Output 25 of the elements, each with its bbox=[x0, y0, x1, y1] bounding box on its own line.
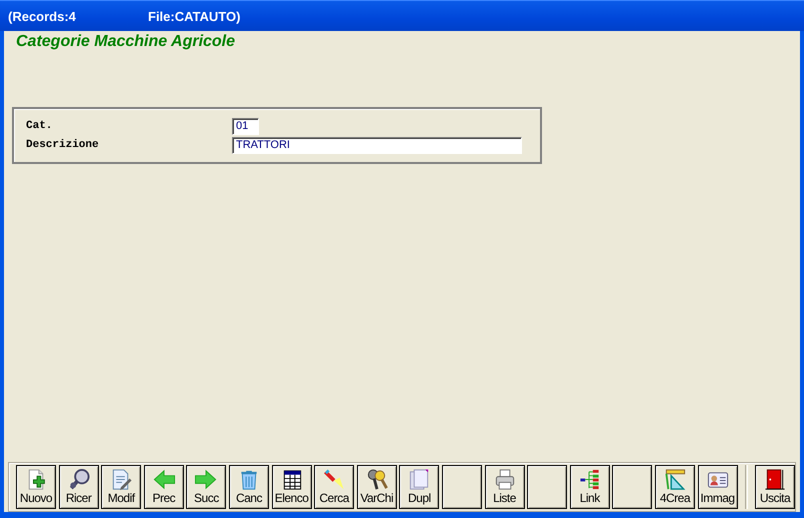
elenco-button[interactable]: Elenco bbox=[272, 465, 312, 509]
cerca-button[interactable]: Cerca bbox=[314, 465, 354, 509]
4crea-button[interactable]: 4Crea bbox=[654, 465, 695, 509]
blank-button[interactable] bbox=[527, 465, 568, 509]
ricer-button[interactable]: Ricer bbox=[58, 465, 99, 509]
form-heading: Categorie Macchine Agricole bbox=[16, 33, 236, 51]
blank-button[interactable] bbox=[442, 465, 482, 509]
field-label: Cat. bbox=[26, 120, 52, 132]
input-field[interactable]: 01 bbox=[232, 118, 259, 134]
field-label: Descrizione bbox=[26, 139, 99, 151]
window-title: File:CATAUTO) bbox=[148, 8, 240, 24]
dupl-button[interactable]: Dupl bbox=[399, 465, 440, 509]
immag-button[interactable]: Immag bbox=[698, 465, 738, 509]
blank-button[interactable] bbox=[612, 465, 652, 509]
input-field[interactable]: TRATTORI bbox=[232, 136, 522, 154]
prec-button[interactable]: Prec bbox=[144, 465, 184, 509]
varchi-button[interactable]: VarChi bbox=[356, 465, 397, 509]
window-title: (Records:4 bbox=[8, 8, 77, 24]
canc-button[interactable]: Canc bbox=[228, 465, 269, 509]
liste-button[interactable]: Liste bbox=[484, 465, 525, 509]
modif-button[interactable]: Modif bbox=[101, 465, 142, 509]
succ-button[interactable]: Succ bbox=[186, 465, 226, 509]
link-button[interactable]: Link bbox=[570, 465, 610, 509]
exit-button[interactable]: Uscita bbox=[755, 465, 795, 509]
nuovo-button[interactable]: Nuovo bbox=[16, 465, 56, 509]
